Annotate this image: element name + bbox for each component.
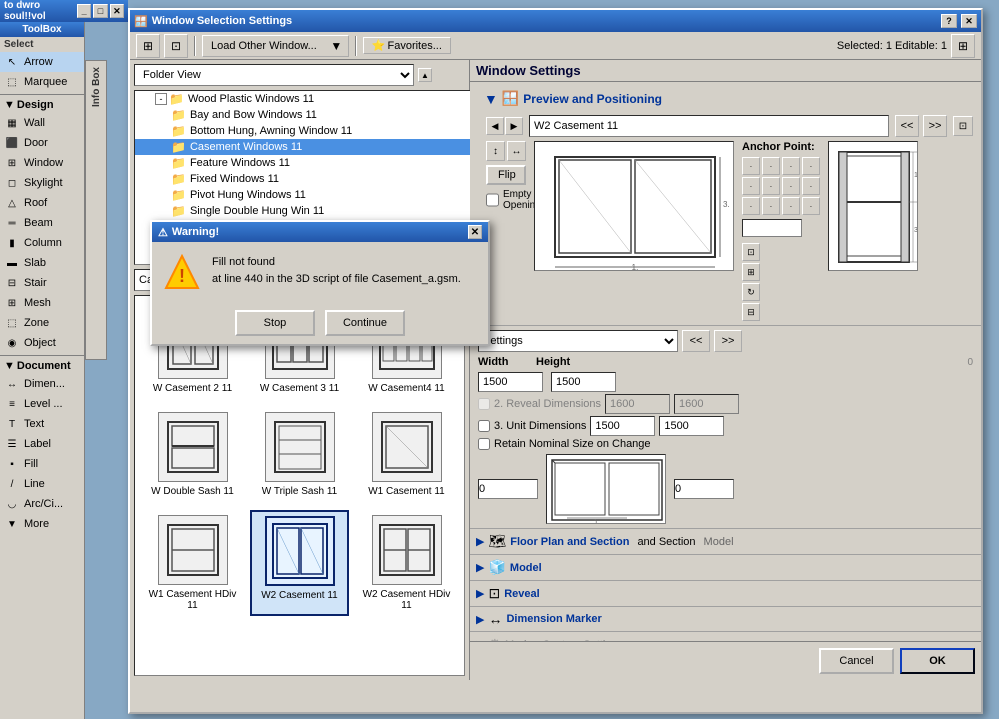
warning-title: Warning! (172, 226, 219, 238)
warning-dialog: ⚠ Warning! ✕ ! Fill not found at line 44… (150, 220, 490, 346)
warning-body: ! Fill not found at line 440 in the 3D s… (152, 242, 488, 302)
warning-buttons: Stop Continue (152, 302, 488, 344)
warning-close-btn[interactable]: ✕ (468, 225, 482, 239)
warning-triangle-icon: ! (164, 254, 200, 290)
svg-text:!: ! (179, 266, 185, 286)
warning-overlay: ⚠ Warning! ✕ ! Fill not found at line 44… (0, 0, 999, 719)
warning-line2: at line 440 in the 3D script of file Cas… (212, 271, 461, 288)
warning-line1: Fill not found (212, 254, 461, 271)
warning-icon-title: ⚠ (158, 226, 168, 239)
continue-btn[interactable]: Continue (325, 310, 405, 336)
stop-btn[interactable]: Stop (235, 310, 315, 336)
warning-text: Fill not found at line 440 in the 3D scr… (212, 254, 461, 287)
warning-title-bar: ⚠ Warning! ✕ (152, 222, 488, 242)
